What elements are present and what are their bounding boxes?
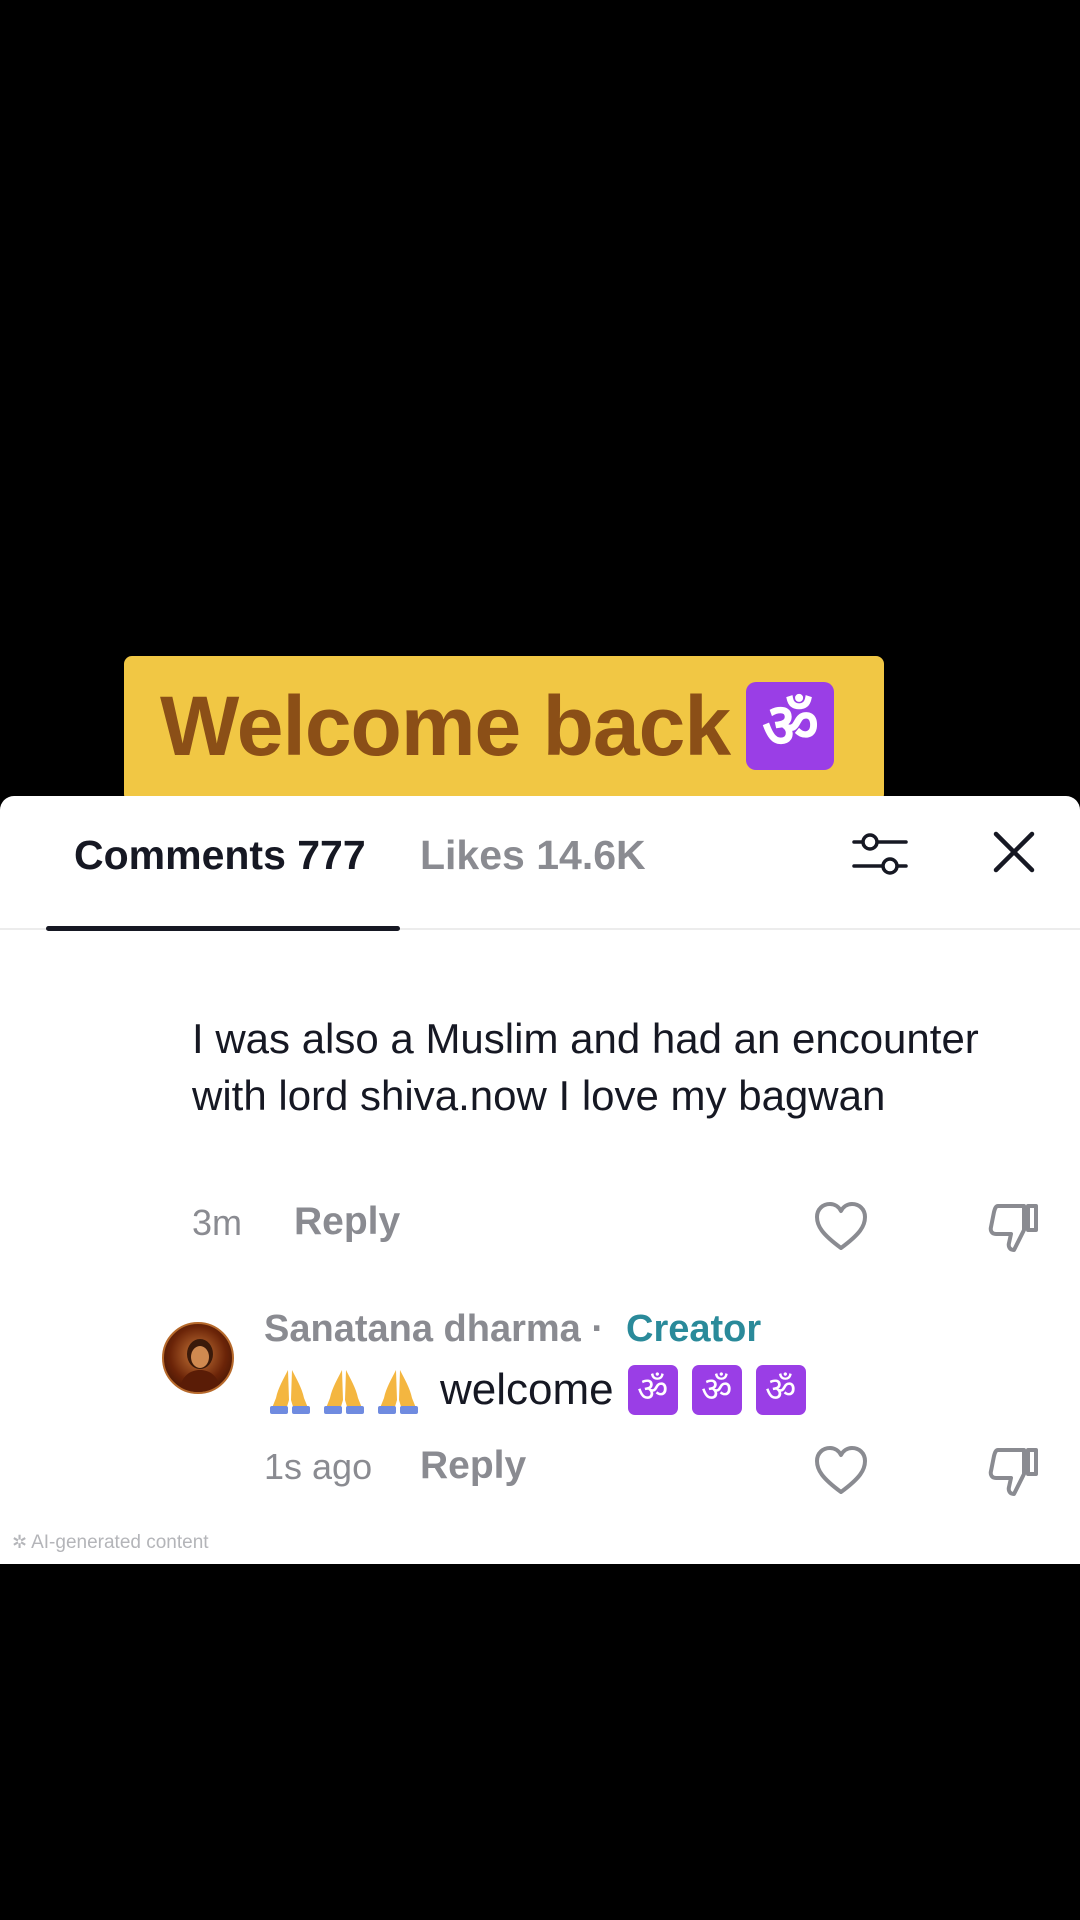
reply-dislike-button[interactable] [984, 1442, 1042, 1500]
caption-text: Welcome back ॐ [160, 678, 835, 775]
folded-hands-icon [324, 1370, 364, 1414]
creator-avatar[interactable] [162, 1322, 234, 1394]
comments-sheet: Comments 777 Likes 14.6K I was also a Mu… [0, 796, 1080, 1564]
close-icon [993, 831, 1035, 873]
folded-hands-icon [378, 1370, 418, 1414]
close-button[interactable] [988, 826, 1040, 878]
active-tab-indicator [46, 926, 400, 931]
om-emoji-icon: ॐ [691, 1365, 742, 1415]
reply-reply-button[interactable]: Reply [420, 1444, 526, 1488]
heart-icon [815, 1202, 867, 1250]
folded-hands-icon [270, 1370, 310, 1414]
thumbs-down-icon [988, 1448, 1038, 1496]
reply-text: welcome ॐ ॐ ॐ [264, 1364, 820, 1416]
reply-like-button[interactable] [812, 1442, 870, 1500]
caption-label: Welcome back [160, 679, 731, 773]
comment-reply-button[interactable]: Reply [294, 1200, 400, 1244]
thumbs-down-icon [988, 1204, 1038, 1252]
tab-likes[interactable]: Likes 14.6K [420, 832, 646, 879]
om-emoji-icon: ॐ [627, 1365, 678, 1415]
reply-timestamp: 1s ago [264, 1446, 373, 1487]
filter-button[interactable] [848, 822, 912, 886]
sliders-icon [852, 833, 908, 875]
creator-badge: Creator [626, 1308, 762, 1350]
om-emoji-icon: ॐ [755, 1365, 806, 1415]
ai-generated-label: ✲ AI-generated content [12, 1532, 209, 1554]
avatar-image [178, 1339, 222, 1392]
caption-banner: Welcome back ॐ [124, 656, 884, 802]
heart-icon [815, 1446, 867, 1494]
sparkle-icon: ✲ [12, 1532, 28, 1552]
comment-dislike-button[interactable] [984, 1198, 1042, 1256]
tab-comments[interactable]: Comments 777 [74, 832, 366, 879]
comment-timestamp: 3m [192, 1202, 243, 1243]
comment-text: I was also a Muslim and had an encounter… [192, 1015, 979, 1119]
om-emoji-icon: ॐ [746, 682, 835, 770]
comment-like-button[interactable] [812, 1198, 870, 1256]
ai-label-text: AI-generated content [31, 1532, 209, 1553]
reply-word: welcome [440, 1365, 614, 1414]
creator-username[interactable]: Sanatana dharma · [264, 1308, 604, 1351]
